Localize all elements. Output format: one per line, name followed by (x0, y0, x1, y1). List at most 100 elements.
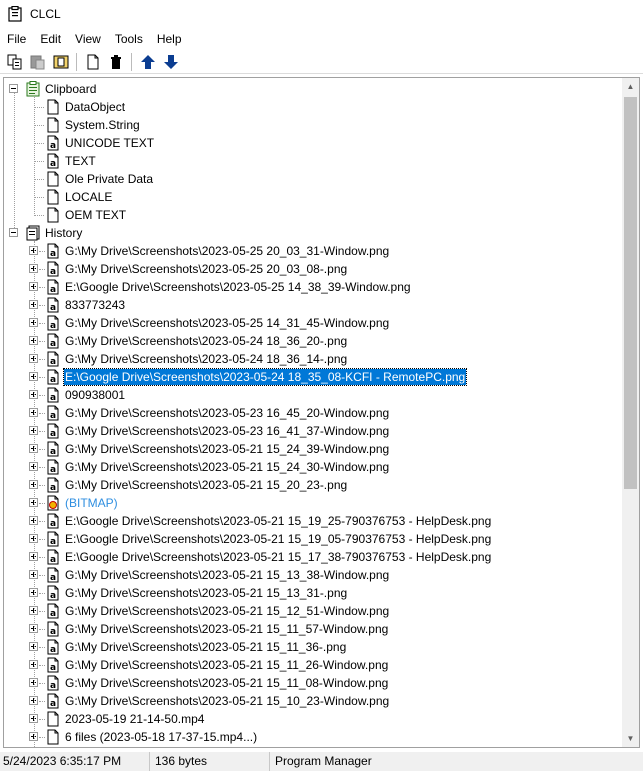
text-document-icon: a (47, 243, 59, 259)
tree-item-label: G:\My Drive\Screenshots\2023-05-21 15_13… (65, 568, 390, 582)
text-document-icon: a (47, 297, 59, 313)
new-button[interactable] (82, 51, 104, 73)
tree-node-format[interactable]: a TEXT (4, 152, 623, 170)
tree-item-label: G:\My Drive\Screenshots\2023-05-21 15_24… (65, 442, 390, 456)
tree-item-label: G:\My Drive\Screenshots\2023-05-24 18_36… (65, 352, 348, 366)
history-item[interactable]: a E:\Google Drive\Screenshots\2023-05-21 … (4, 512, 623, 530)
tree-item-label: G:\My Drive\Screenshots\2023-05-21 15_12… (65, 604, 390, 618)
window-title: CLCL (30, 7, 61, 21)
tree-line (39, 485, 45, 486)
history-item[interactable]: a G:\My Drive\Screenshots\2023-05-21 15_2… (4, 458, 623, 476)
tree-line (39, 341, 45, 342)
delete-icon (111, 54, 121, 69)
scroll-down-button[interactable]: ▼ (622, 730, 639, 747)
menu-view[interactable]: View (68, 29, 108, 49)
svg-text:a: a (50, 321, 56, 331)
blank-document-icon (47, 711, 59, 727)
clipboard-view-button[interactable] (50, 51, 72, 73)
history-item[interactable]: a E:\Google Drive\Screenshots\2023-05-24 … (4, 368, 623, 386)
svg-text:a: a (50, 483, 56, 493)
menu-tools[interactable]: Tools (108, 29, 150, 49)
blank-document-icon (47, 207, 59, 223)
blank-document-icon (47, 171, 59, 187)
blank-document-icon (47, 117, 59, 133)
tree-node-format[interactable]: a UNICODE TEXT (4, 134, 623, 152)
move-up-button[interactable] (137, 51, 159, 73)
tree-content: Clipboard DataObject System.String a UNICODE… (4, 78, 623, 747)
move-down-button[interactable] (160, 51, 182, 73)
tree-item-label: Clipboard (45, 82, 97, 96)
tree-item-label: 090938001 (65, 388, 126, 402)
tree-line (39, 413, 45, 414)
collapse-clipboard-button[interactable] (9, 84, 18, 93)
history-item[interactable]: a 833773243 (4, 296, 623, 314)
tree-node-format[interactable]: System.String (4, 116, 623, 134)
clipboard-icon (26, 81, 40, 97)
tree-item-label: G:\My Drive\Screenshots\2023-05-24 18_36… (65, 334, 348, 348)
menu-help[interactable]: Help (150, 29, 189, 49)
history-item[interactable]: a E:\Google Drive\Screenshots\2023-05-21 … (4, 548, 623, 566)
history-item[interactable]: 6 files (2023-05-18 17-37-15.mp4...) (4, 728, 623, 746)
history-item[interactable]: a G:\My Drive\Screenshots\2023-05-21 15_1… (4, 674, 623, 692)
menu-file[interactable]: File (0, 29, 33, 49)
history-item[interactable]: 2023-05-19 21-14-50.mp4 (4, 710, 623, 728)
history-item[interactable]: a G:\My Drive\Screenshots\2023-05-21 15_1… (4, 566, 623, 584)
scroll-up-button[interactable]: ▲ (622, 78, 639, 95)
tree-node-format[interactable]: OEM TEXT (4, 206, 623, 224)
vertical-scrollbar[interactable]: ▲ ▼ (622, 78, 639, 747)
tree-item-label: G:\My Drive\Screenshots\2023-05-21 15_24… (65, 460, 390, 474)
history-item[interactable]: a G:\My Drive\Screenshots\2023-05-25 20_0… (4, 242, 623, 260)
history-item[interactable]: a G:\My Drive\Screenshots\2023-05-23 16_4… (4, 404, 623, 422)
tree-node-format[interactable]: Ole Private Data (4, 170, 623, 188)
tree-node-history[interactable]: History (4, 224, 623, 242)
history-item[interactable]: a G:\My Drive\Screenshots\2023-05-21 15_1… (4, 602, 623, 620)
text-document-icon: a (47, 459, 59, 475)
text-document-icon: a (47, 657, 59, 673)
history-item[interactable]: (BITMAP) (4, 494, 623, 512)
tree-item-label: 833773243 (65, 298, 126, 312)
svg-text:a: a (50, 681, 56, 691)
history-item[interactable]: a G:\My Drive\Screenshots\2023-05-21 15_2… (4, 476, 623, 494)
tree-item-label: 6 files (2023-05-18 17-37-15.mp4...) (65, 730, 258, 744)
history-item[interactable]: a G:\My Drive\Screenshots\2023-05-21 15_1… (4, 638, 623, 656)
copy-button[interactable] (4, 51, 26, 73)
history-item[interactable]: a G:\My Drive\Screenshots\2023-05-23 16_4… (4, 422, 623, 440)
text-document-icon: a (47, 135, 59, 151)
tree-view[interactable]: Clipboard DataObject System.String a UNICODE… (3, 77, 640, 748)
history-item[interactable]: a G:\My Drive\Screenshots\2023-05-21 15_1… (4, 656, 623, 674)
text-document-icon: a (47, 675, 59, 691)
tree-item-label: OEM TEXT (65, 208, 127, 222)
tree-line (39, 647, 45, 648)
paste-button[interactable] (27, 51, 49, 73)
history-item[interactable]: a G:\My Drive\Screenshots\2023-05-25 20_0… (4, 260, 623, 278)
tree-item-label: G:\My Drive\Screenshots\2023-05-25 14_31… (65, 316, 390, 330)
status-bar: 5/24/2023 6:35:17 PM 136 bytes Program M… (0, 752, 643, 771)
history-item[interactable]: a G:\My Drive\Screenshots\2023-05-21 15_1… (4, 692, 623, 710)
history-item[interactable]: a G:\My Drive\Screenshots\2023-05-24 18_3… (4, 332, 623, 350)
history-item[interactable]: a G:\My Drive\Screenshots\2023-05-24 18_3… (4, 350, 623, 368)
history-item[interactable]: a G:\My Drive\Screenshots\2023-05-21 15_1… (4, 584, 623, 602)
history-item[interactable]: a 090938001 (4, 386, 623, 404)
history-item[interactable]: a G:\My Drive\Screenshots\2023-05-25 14_3… (4, 314, 623, 332)
svg-text:a: a (50, 537, 56, 547)
tree-line (39, 719, 45, 720)
scroll-thumb[interactable] (624, 97, 637, 489)
svg-text:a: a (50, 429, 56, 439)
clipboard-app-icon (8, 6, 22, 22)
history-item[interactable]: a E:\Google Drive\Screenshots\2023-05-21 … (4, 530, 623, 548)
collapse-history-button[interactable] (9, 228, 18, 237)
text-document-icon: a (47, 531, 59, 547)
history-item[interactable]: a G:\My Drive\Screenshots\2023-05-21 15_1… (4, 620, 623, 638)
svg-text:a: a (50, 249, 56, 259)
menu-edit[interactable]: Edit (33, 29, 68, 49)
tree-node-clipboard[interactable]: Clipboard (4, 80, 623, 98)
text-document-icon: a (47, 603, 59, 619)
tree-node-format[interactable]: LOCALE (4, 188, 623, 206)
paste-icon (30, 55, 45, 69)
history-item[interactable]: a E:\Google Drive\Screenshots\2023-05-25 … (4, 278, 623, 296)
history-item[interactable]: a G:\My Drive\Screenshots\2023-05-21 15_2… (4, 440, 623, 458)
tree-node-format[interactable]: DataObject (4, 98, 623, 116)
tree-line (39, 269, 45, 270)
tree-line (39, 449, 45, 450)
delete-button[interactable] (105, 51, 127, 73)
